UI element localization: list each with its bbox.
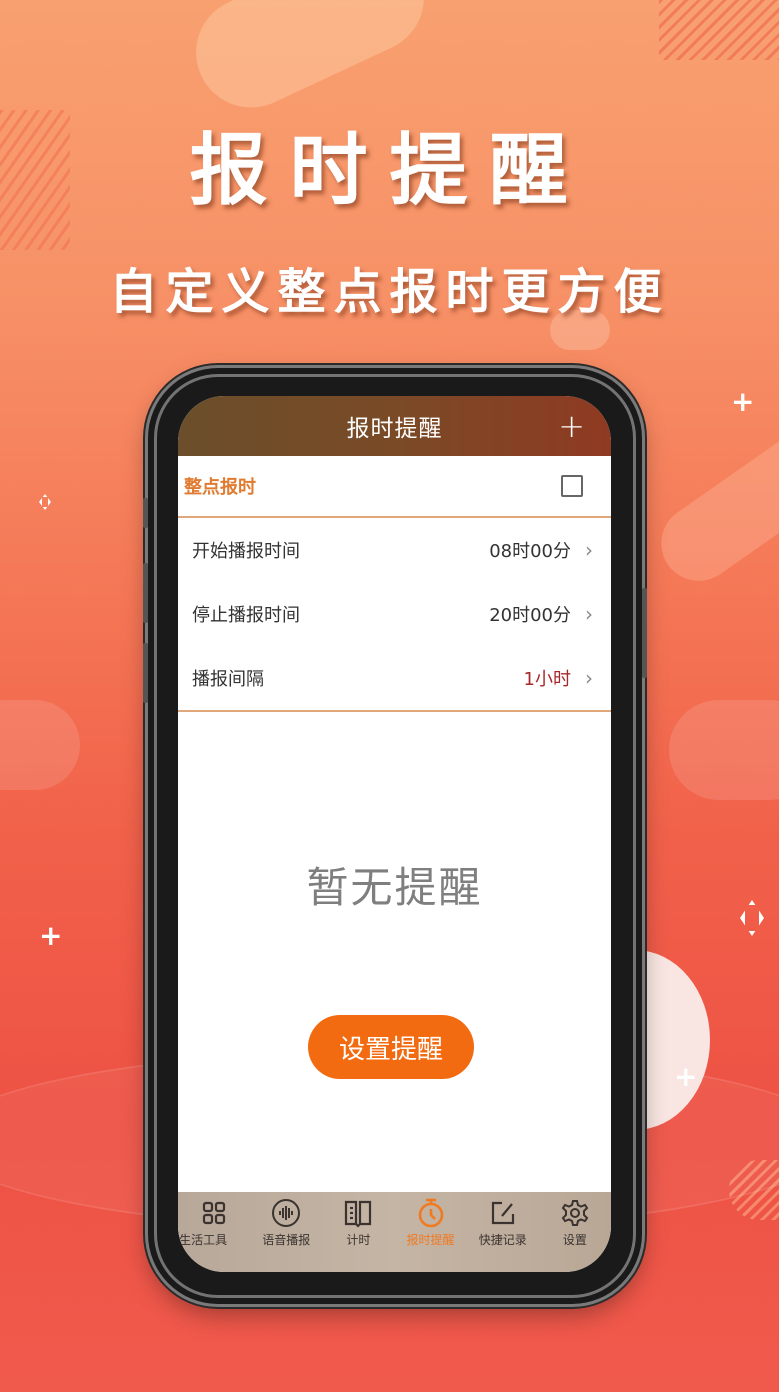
app-screen: 报时提醒 + 整点报时 开始播报时间 08时00分 › 停止播报时间 20时00… <box>178 396 611 1272</box>
tab-label: 生活工具 <box>179 1233 228 1247</box>
setting-value: 1小时 <box>523 669 571 690</box>
tab-label: 计时 <box>346 1233 371 1247</box>
decor-cloud <box>669 700 779 800</box>
hourly-chime-row[interactable]: 整点报时 <box>178 456 611 518</box>
app-header: 报时提醒 + <box>178 396 611 456</box>
grid-icon <box>202 1201 226 1225</box>
phone-side-button <box>143 498 148 528</box>
decor-stripes <box>729 1160 779 1220</box>
decor-diamond-icon <box>39 494 51 510</box>
chevron-right-icon: › <box>585 666 593 690</box>
tab-label: 设置 <box>562 1233 587 1247</box>
tab-label: 语音播报 <box>262 1233 311 1247</box>
tab-time-reminder[interactable]: 报时提醒 <box>395 1198 467 1248</box>
gear-icon <box>561 1200 589 1226</box>
set-reminder-button[interactable]: 设置提醒 <box>308 1015 474 1079</box>
tab-label: 快捷记录 <box>478 1233 527 1247</box>
voice-wave-icon <box>272 1199 301 1227</box>
bottom-tab-bar: 生活工具 语音播报 计时 报时提醒 快捷记录 设置 <box>178 1192 611 1272</box>
add-reminder-button[interactable]: + <box>558 406 585 446</box>
decor-stripes <box>659 0 779 60</box>
chevron-right-icon: › <box>585 538 593 562</box>
phone-side-button <box>642 588 647 678</box>
tab-label: 报时提醒 <box>406 1233 455 1247</box>
decor-pill <box>177 0 443 126</box>
empty-state-text: 暂无提醒 <box>306 863 483 912</box>
page-title: 报时提醒 <box>346 416 443 442</box>
decor-plus-icon: + <box>39 919 63 952</box>
tab-settings[interactable]: 设置 <box>539 1198 611 1248</box>
phone-frame: 报时提醒 + 整点报时 开始播报时间 08时00分 › 停止播报时间 20时00… <box>143 368 647 1304</box>
tab-timer[interactable]: 计时 <box>322 1198 394 1248</box>
setting-row-stop-time[interactable]: 停止播报时间 20时00分 › <box>178 582 611 646</box>
settings-list: 开始播报时间 08时00分 › 停止播报时间 20时00分 › 播报间隔 1小时… <box>178 518 611 712</box>
hourly-chime-label: 整点报时 <box>184 477 256 498</box>
phone-side-button <box>143 563 148 623</box>
decor-plus-icon: + <box>731 385 755 418</box>
setting-row-start-time[interactable]: 开始播报时间 08时00分 › <box>178 518 611 582</box>
setting-value: 08时00分 <box>489 541 571 562</box>
tab-life-tools[interactable]: 生活工具 <box>178 1198 250 1248</box>
hourly-chime-checkbox[interactable] <box>561 475 583 497</box>
phone-side-button <box>143 643 148 703</box>
tab-voice-broadcast[interactable]: 语音播报 <box>250 1198 322 1248</box>
promo-headline: 报时提醒 <box>189 125 590 216</box>
decor-plus-icon: + <box>674 1060 698 1093</box>
setting-row-interval[interactable]: 播报间隔 1小时 › <box>178 646 611 710</box>
edit-note-icon <box>491 1201 514 1225</box>
decor-diamond-icon <box>740 900 764 936</box>
setting-label: 停止播报时间 <box>192 605 300 626</box>
chevron-right-icon: › <box>585 602 593 626</box>
reminder-list-empty: 暂无提醒 设置提醒 <box>178 712 611 1220</box>
promo-subheadline: 自定义整点报时更方便 <box>109 264 670 320</box>
tab-quick-notes[interactable]: 快捷记录 <box>467 1198 539 1248</box>
decor-cloud <box>0 700 80 790</box>
setting-value: 20时00分 <box>489 605 571 626</box>
setting-label: 播报间隔 <box>192 669 264 690</box>
stopwatch-icon <box>418 1198 443 1228</box>
book-icon <box>345 1200 372 1228</box>
decor-pill <box>646 419 779 596</box>
setting-label: 开始播报时间 <box>192 541 300 562</box>
